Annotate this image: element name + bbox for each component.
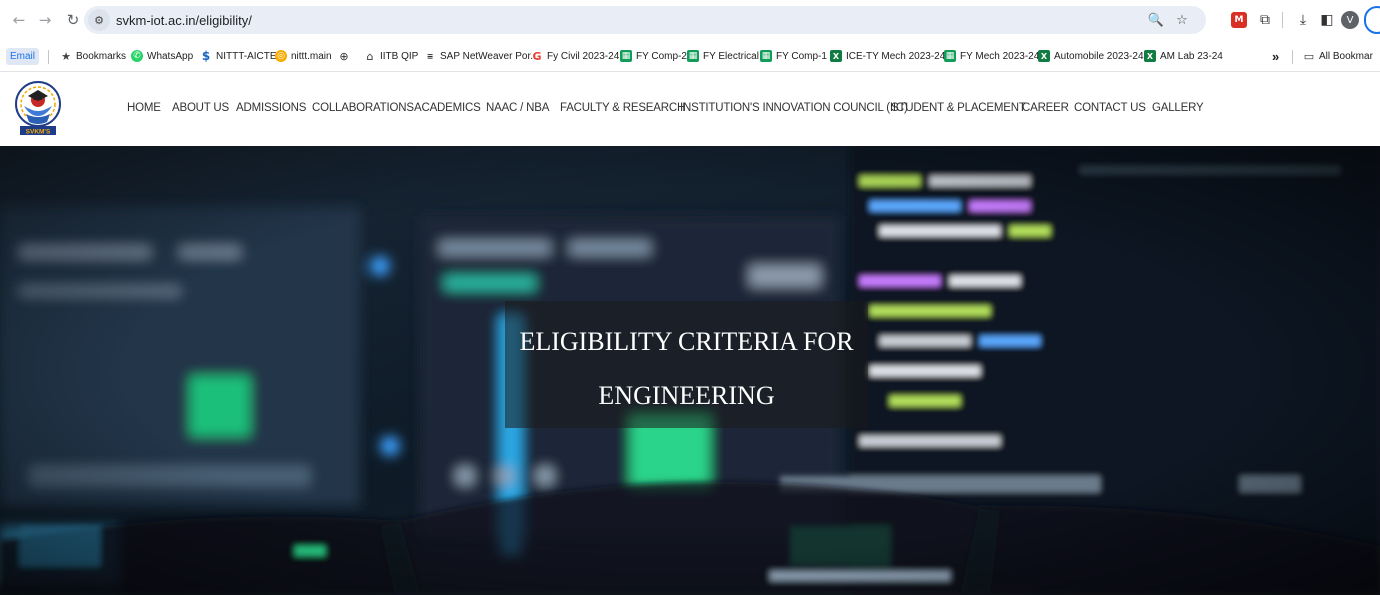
- dollar-icon: $: [201, 49, 211, 63]
- bookmark-automobile[interactable]: X Automobile 2023-24: [1038, 48, 1144, 64]
- menu-academics[interactable]: ACADEMICS: [414, 102, 481, 114]
- bookmark-ice-ty-mech[interactable]: X ICE-TY Mech 2023-24: [830, 48, 945, 64]
- menu-faculty-research[interactable]: FACULTY & RESEARCH: [560, 102, 685, 114]
- whatsapp-icon: ✆: [131, 50, 143, 62]
- extension-icon[interactable]: M: [1231, 12, 1247, 28]
- menu-about-us[interactable]: ABOUT US: [172, 102, 229, 114]
- back-arrow-icon[interactable]: ←: [8, 9, 30, 31]
- menu-career[interactable]: CAREER: [1022, 102, 1069, 114]
- svkm-logo-icon[interactable]: SVKM'S: [14, 76, 62, 142]
- bookmark-email[interactable]: Email: [6, 48, 40, 65]
- sheets-icon: ▦: [760, 50, 772, 62]
- browser-toolbar: ← → ↻ ⚙ svkm-iot.ac.in/eligibility/ 🔍 ☆ …: [0, 0, 1380, 40]
- google-icon: G: [532, 49, 542, 63]
- sheets-icon: ▦: [944, 50, 956, 62]
- bookmark-nittt-main[interactable]: ◎ nittt.main: [275, 48, 332, 64]
- side-panel-icon[interactable]: ◧: [1316, 9, 1338, 31]
- site-info-icon[interactable]: ⚙: [88, 9, 110, 31]
- bookmarks-overflow-chevron-icon[interactable]: »: [1272, 48, 1279, 64]
- address-bar[interactable]: ⚙ svkm-iot.ac.in/eligibility/ 🔍 ☆: [84, 6, 1206, 34]
- menu-gallery[interactable]: GALLERY: [1152, 102, 1204, 114]
- menu-student-placement[interactable]: STUDENT & PLACEMENT: [891, 102, 1026, 114]
- hero-caption-box: ELIGIBILITY CRITERIA FOR ENGINEERING: [505, 301, 868, 428]
- download-icon[interactable]: ⤓: [1292, 9, 1314, 31]
- bookmark-divider: [1292, 50, 1293, 64]
- sap-icon: ≡: [426, 51, 434, 61]
- chrome-menu-button[interactable]: [1364, 6, 1380, 34]
- menu-naac-nba[interactable]: NAAC / NBA: [486, 102, 549, 114]
- bookmark-globe[interactable]: ⊕: [338, 48, 354, 64]
- sheets-icon: ▦: [687, 50, 699, 62]
- bookmark-fy-comp-1[interactable]: ▦ FY Comp-1: [760, 48, 827, 64]
- zoom-icon[interactable]: 🔍: [1146, 10, 1166, 30]
- hero-title-line-1: ELIGIBILITY CRITERIA FOR: [519, 327, 854, 356]
- sheets-icon: ▦: [620, 50, 632, 62]
- all-bookmarks-folder[interactable]: ▭ All Bookmar: [1303, 48, 1373, 64]
- folder-icon: ▭: [1303, 49, 1315, 63]
- globe-icon: ⊕: [339, 49, 349, 63]
- excel-icon: X: [830, 50, 842, 62]
- menu-innovation-council[interactable]: INSTITUTION'S INNOVATION COUNCIL (IIC): [680, 102, 908, 114]
- star-icon: ★: [61, 49, 71, 63]
- bookmark-iitb-qip[interactable]: ⌂ IITB QIP: [364, 48, 419, 64]
- bookmark-sap-netweaver[interactable]: ≡ SAP NetWeaver Por...: [424, 48, 539, 64]
- excel-icon: X: [1144, 50, 1156, 62]
- bookmark-nittt-aicte[interactable]: $ NITTT-AICTE: [200, 48, 277, 64]
- hero-banner: ELIGIBILITY CRITERIA FOR ENGINEERING: [0, 146, 1380, 595]
- swirl-icon: ◎: [275, 50, 287, 62]
- bookmark-fy-mech[interactable]: ▦ FY Mech 2023-24: [944, 48, 1039, 64]
- forward-arrow-icon[interactable]: →: [34, 9, 56, 31]
- bookmarks-bar: Email ★ Bookmarks ✆ WhatsApp $ NITTT-AIC…: [0, 40, 1380, 72]
- menu-collaborations[interactable]: COLLABORATIONS: [312, 102, 414, 114]
- extensions-puzzle-icon[interactable]: ⧉: [1254, 9, 1276, 31]
- hero-title-line-2: ENGINEERING: [598, 381, 775, 410]
- toolbar-divider: [1282, 12, 1283, 28]
- excel-icon: X: [1038, 50, 1050, 62]
- bookmark-whatsapp[interactable]: ✆ WhatsApp: [131, 48, 193, 64]
- bookmark-fy-electrical[interactable]: ▦ FY Electrical: [687, 48, 759, 64]
- building-icon: ⌂: [366, 49, 374, 63]
- bookmark-star-icon[interactable]: ☆: [1172, 10, 1192, 30]
- bookmark-divider: [48, 50, 49, 64]
- menu-home[interactable]: HOME: [127, 102, 161, 114]
- reload-icon[interactable]: ↻: [62, 9, 84, 31]
- bookmark-fy-comp-2[interactable]: ▦ FY Comp-2: [620, 48, 687, 64]
- bookmark-bookmarks[interactable]: ★ Bookmarks: [60, 48, 126, 64]
- logo-text: SVKM'S: [26, 129, 51, 136]
- url-text[interactable]: svkm-iot.ac.in/eligibility/: [116, 13, 252, 28]
- menu-contact-us[interactable]: CONTACT US: [1074, 102, 1146, 114]
- profile-avatar-icon[interactable]: V: [1341, 11, 1359, 29]
- bookmark-fy-civil[interactable]: G Fy Civil 2023-24: [531, 48, 619, 64]
- bookmark-am-lab[interactable]: X AM Lab 23-24: [1144, 48, 1223, 64]
- menu-admissions[interactable]: ADMISSIONS: [236, 102, 306, 114]
- site-header: SVKM'S HOME ABOUT US ADMISSIONS COLLABOR…: [0, 72, 1380, 146]
